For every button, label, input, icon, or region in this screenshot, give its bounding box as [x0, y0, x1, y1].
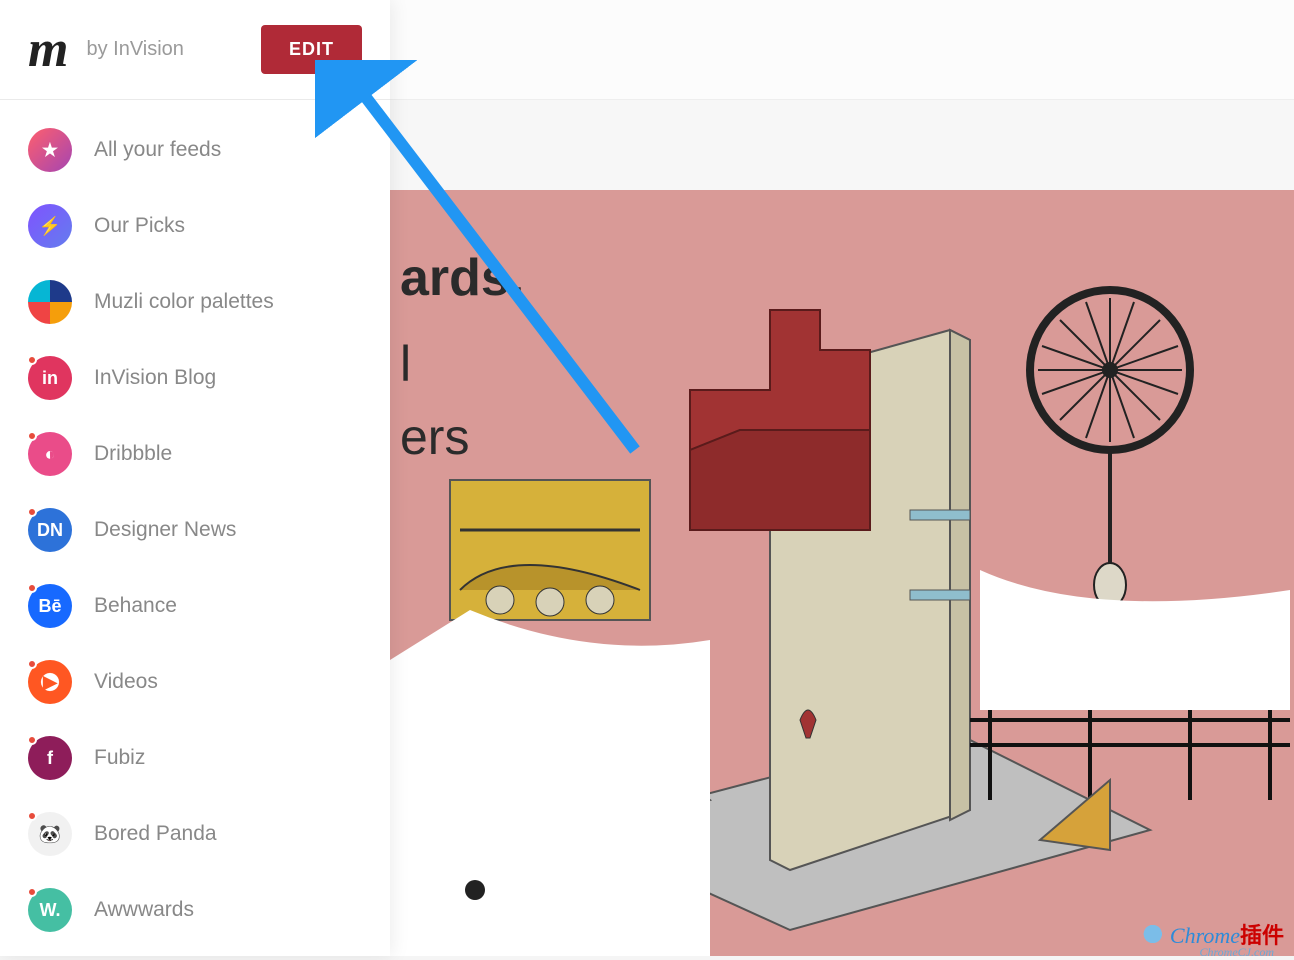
feed-item-label: Videos	[94, 670, 158, 694]
watermark: Chrome插件 ChromeCJ.com	[1136, 918, 1284, 950]
unread-dot	[27, 659, 37, 669]
edit-button[interactable]: EDIT	[261, 25, 362, 74]
feeds-list: ★ All your feeds ⚡ Our Picks Muzli color pal…	[0, 100, 390, 956]
unread-dot	[27, 887, 37, 897]
feed-item-behance[interactable]: Bē Behance	[0, 568, 390, 644]
feed-item-label: Awwwards	[94, 898, 194, 922]
behance-icon: Bē	[28, 584, 72, 628]
muzli-logo: m	[28, 24, 68, 76]
feed-item-dribbble[interactable]: ◐ Dribbble	[0, 416, 390, 492]
unread-dot	[27, 431, 37, 441]
dribbble-icon: ◐	[28, 432, 72, 476]
feed-item-our-picks[interactable]: ⚡ Our Picks	[0, 188, 390, 264]
feed-item-label: Designer News	[94, 518, 236, 542]
feed-item-bored-panda[interactable]: 🐼 Bored Panda	[0, 796, 390, 872]
snail-icon	[1136, 923, 1164, 945]
videos-icon: ▶	[28, 660, 72, 704]
star-icon: ★	[28, 128, 72, 172]
unread-dot	[27, 811, 37, 821]
feed-item-label: Dribbble	[94, 442, 172, 466]
bolt-icon: ⚡	[28, 204, 72, 248]
hero-panel: ards. l ers	[390, 190, 1294, 956]
sidebar: m by InVision EDIT ★ All your feeds ⚡ Our P…	[0, 0, 390, 956]
unread-dot	[27, 355, 37, 365]
feed-item-label: Muzli color palettes	[94, 290, 274, 314]
feed-item-label: InVision Blog	[94, 366, 216, 390]
unread-dot	[27, 507, 37, 517]
sidebar-header: m by InVision EDIT	[0, 0, 390, 100]
feed-item-label: Fubiz	[94, 746, 145, 770]
feed-item-label: Behance	[94, 594, 177, 618]
fubiz-icon: f	[28, 736, 72, 780]
unread-dot	[27, 583, 37, 593]
palette-icon	[28, 280, 72, 324]
hero-illustration	[390, 190, 1294, 956]
awwwards-icon: W.	[28, 888, 72, 932]
feed-item-label: All your feeds	[94, 138, 221, 162]
feed-item-designer-news[interactable]: DN Designer News	[0, 492, 390, 568]
watermark-sub: ChromeCJ.com	[1199, 945, 1274, 960]
invision-icon: in	[28, 356, 72, 400]
bored-panda-icon: 🐼	[28, 812, 72, 856]
feed-item-awwwards[interactable]: W. Awwwards	[0, 872, 390, 948]
feed-item-all-your-feeds[interactable]: ★ All your feeds	[0, 112, 390, 188]
feed-item-muzli-color-palettes[interactable]: Muzli color palettes	[0, 264, 390, 340]
feed-item-label: Our Picks	[94, 214, 185, 238]
designer-news-icon: DN	[28, 508, 72, 552]
feed-item-videos[interactable]: ▶ Videos	[0, 644, 390, 720]
unread-dot	[27, 735, 37, 745]
feed-item-label: Bored Panda	[94, 822, 217, 846]
feed-item-fubiz[interactable]: f Fubiz	[0, 720, 390, 796]
feed-item-invision-blog[interactable]: in InVision Blog	[0, 340, 390, 416]
byline-text: by InVision	[86, 38, 183, 61]
